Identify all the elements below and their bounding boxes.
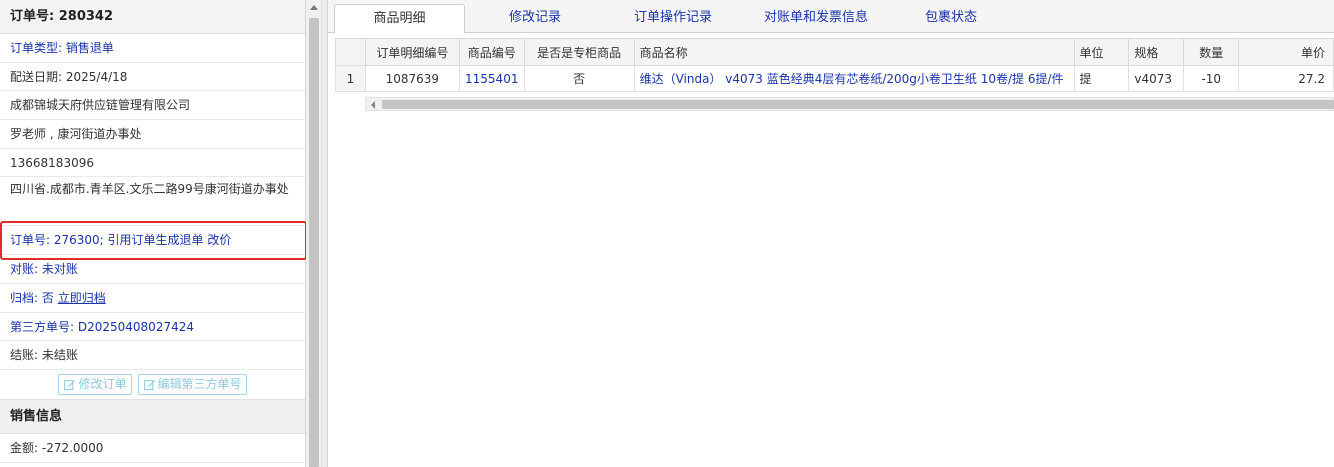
order-type: 订单类型: 销售退单 [0,34,305,63]
tab-bar: 商品明细 修改记录 订单操作记录 对账单和发票信息 包裹状态 [328,0,1334,34]
scroll-left-icon[interactable] [371,101,375,109]
edit-order-button[interactable]: 修改订单 [58,373,132,395]
cell-product-id[interactable]: 1155401 [458,65,525,92]
col-header-detail-id[interactable]: 订单明细编号 [364,38,460,66]
delivery-date: 配送日期: 2025/4/18 [0,63,305,92]
reference-order-number: 订单号: 276300; [10,233,108,248]
edit-order-label: 修改订单 [78,376,127,391]
edit-third-party-label: 编辑第三方单号 [157,376,242,391]
edit-third-party-button[interactable]: 编辑第三方单号 [137,373,247,395]
col-header-counter-product[interactable]: 是否是专柜商品 [523,38,635,66]
third-party-label: 第三方单号: [10,319,78,334]
reconcile-status: 对账: 未对账 [0,255,305,284]
col-header-spec[interactable]: 规格 [1128,38,1185,66]
product-grid: 订单明细编号 商品编号 是否是专柜商品 商品名称 单位 规格 数量 单价 1 1… [335,38,1334,111]
archive-status: 归档: 否 [10,290,58,305]
sales-info-heading: 销售信息 [0,399,305,434]
tab-modification-log[interactable]: 修改记录 [490,4,580,33]
tab-order-operation-log[interactable]: 订单操作记录 [620,4,726,33]
col-header-unit-price[interactable]: 单价 [1238,38,1334,66]
table-row[interactable]: 1 1087639 1155401 否 维达（Vinda） v4073 蓝色经典… [335,65,1334,92]
archive-row: 归档: 否 立即归档 [0,284,305,313]
cell-rownum: 1 [335,65,366,92]
col-header-unit[interactable]: 单位 [1073,38,1130,66]
scrollbar-thumb[interactable] [309,18,319,467]
action-buttons: 修改订单 编辑第三方单号 [0,370,305,400]
col-header-quantity[interactable]: 数量 [1183,38,1240,66]
settlement-status: 结账: 未结账 [0,341,305,370]
company-name: 成都锦城天府供应链管理有限公司 [0,91,305,121]
sales-amount: 金额: -272.0000 [0,434,305,463]
cell-unit-price: 27.2 [1238,65,1334,92]
tab-product-details[interactable]: 商品明细 [334,4,465,34]
third-party-row: 第三方单号: D20250408027424 [0,313,305,342]
reference-order-link[interactable]: 引用订单生成退单 [108,233,204,247]
order-info-panel: 订单号: 280342 订单类型: 销售退单 配送日期: 2025/4/18 成… [0,0,306,467]
tab-package-status[interactable]: 包裹状态 [906,4,996,33]
cell-quantity: -10 [1183,65,1240,92]
scroll-up-icon[interactable] [310,5,318,10]
horizontal-scrollbar-thumb[interactable] [382,100,1334,109]
reference-order-row: 订单号: 276300; 引用订单生成退单 改价 [0,226,305,256]
change-price-link[interactable]: 改价 [207,233,231,247]
horizontal-scrollbar[interactable] [365,97,1334,111]
cell-unit: 提 [1073,65,1130,92]
col-header-rownum [335,38,366,66]
phone-number: 13668183096 [0,149,305,178]
col-header-product-id[interactable]: 商品编号 [458,38,525,66]
archive-now-link[interactable]: 立即归档 [58,291,106,305]
table-header-row: 订单明细编号 商品编号 是否是专柜商品 商品名称 单位 规格 数量 单价 [335,38,1334,66]
left-panel-scrollbar[interactable] [306,0,322,467]
edit-icon [143,380,155,390]
cell-product-name[interactable]: 维达（Vinda） v4073 蓝色经典4层有芯卷纸/200g小卷卫生纸 10卷… [633,65,1075,92]
cell-detail-id: 1087639 [364,65,460,92]
cell-counter-product: 否 [523,65,635,92]
delivery-address: 四川省.成都市.青羊区.文乐二路99号康河街道办事处 [0,177,305,227]
cell-spec: v4073 [1128,65,1185,92]
contact-info: 罗老师 , 康河街道办事处 [0,120,305,149]
tab-statement-invoice[interactable]: 对账单和发票信息 [746,4,886,33]
edit-icon [64,380,76,390]
col-header-product-name[interactable]: 商品名称 [633,38,1075,66]
third-party-number: D20250408027424 [77,319,194,334]
order-number-title: 订单号: 280342 [0,0,305,34]
detail-panel: 商品明细 修改记录 订单操作记录 对账单和发票信息 包裹状态 订单明细编号 商品… [328,0,1334,467]
